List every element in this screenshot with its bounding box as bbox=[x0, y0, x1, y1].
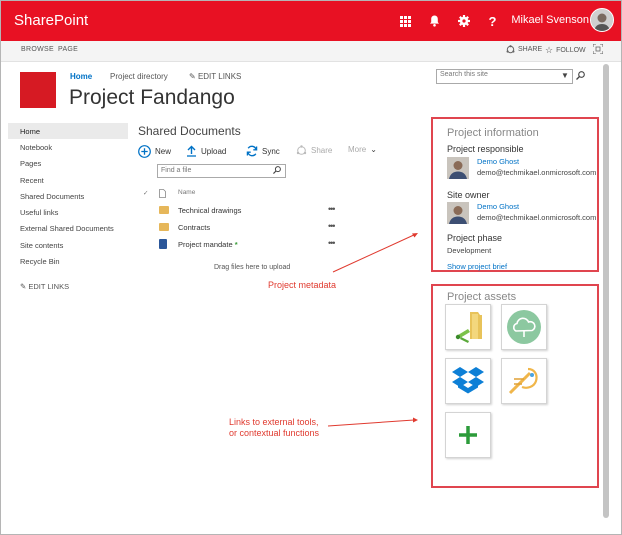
annotation-project-metadata: Project metadata bbox=[268, 280, 337, 290]
annotation-links-line1: Links to external tools, bbox=[229, 417, 319, 427]
annotation-arrows bbox=[327, 233, 418, 427]
vertical-scrollbar[interactable] bbox=[603, 64, 609, 518]
annotation-links-line2: or contextual functions bbox=[229, 428, 320, 438]
